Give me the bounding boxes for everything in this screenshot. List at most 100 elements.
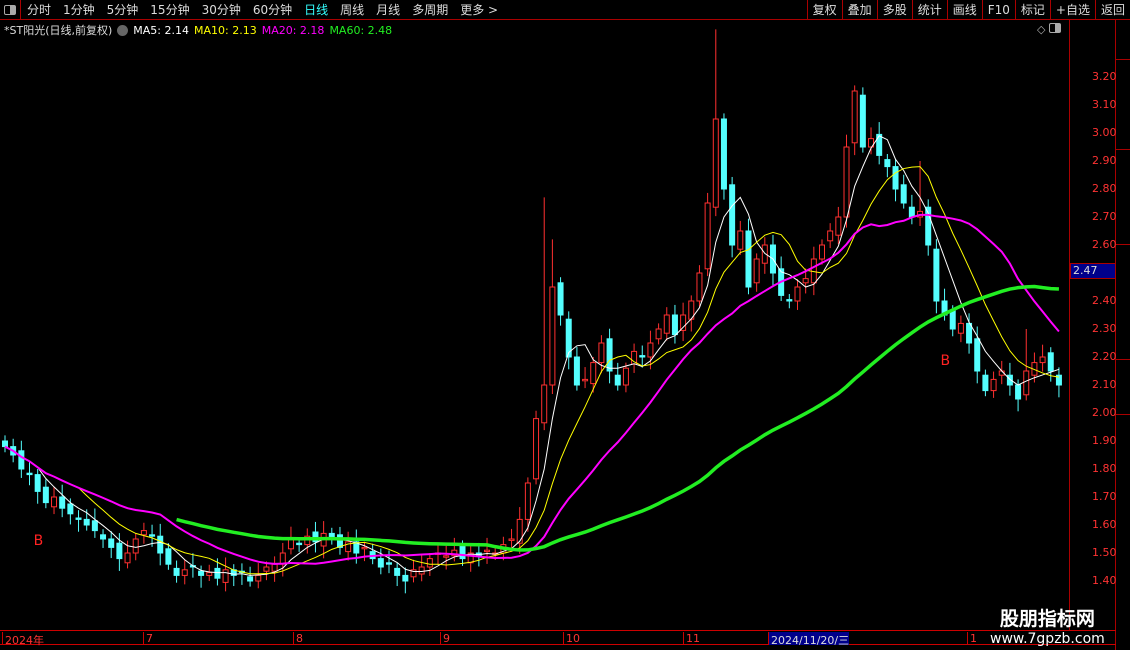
candle-up bbox=[524, 482, 531, 520]
candle-up bbox=[263, 566, 270, 572]
candle-down bbox=[671, 314, 678, 336]
ma20-line bbox=[4, 213, 1060, 565]
side-strip-4[interactable] bbox=[1116, 245, 1130, 360]
candle-down bbox=[157, 535, 164, 554]
candle-up bbox=[990, 378, 997, 392]
price-label: 1.60 bbox=[1092, 518, 1117, 531]
period-tab-6[interactable]: 日线 bbox=[298, 1, 334, 18]
tool-button-8[interactable]: 返回 bbox=[1094, 0, 1130, 20]
candle-down bbox=[385, 562, 392, 565]
current-price-tag: 2.47 bbox=[1070, 263, 1116, 279]
candle-up bbox=[516, 518, 523, 544]
candle-up bbox=[255, 574, 262, 582]
candle-up bbox=[140, 530, 147, 536]
tool-button-2[interactable]: 多股 bbox=[876, 0, 912, 20]
tool-button-4[interactable]: 画线 bbox=[946, 0, 982, 20]
candle-down bbox=[75, 517, 82, 520]
buy-marker: B bbox=[34, 533, 44, 549]
period-tab-3[interactable]: 15分钟 bbox=[144, 1, 195, 18]
candle-down bbox=[116, 542, 123, 560]
candle-up bbox=[549, 286, 556, 386]
candle-up bbox=[590, 362, 597, 385]
candle-up bbox=[655, 328, 662, 340]
date-label: 7 bbox=[143, 632, 153, 645]
candle-down bbox=[394, 567, 401, 576]
price-label: 3.00 bbox=[1092, 126, 1117, 139]
candle-down bbox=[639, 355, 646, 358]
candle-down bbox=[247, 576, 254, 582]
price-label: 1.80 bbox=[1092, 462, 1117, 475]
candle-up bbox=[222, 569, 229, 583]
side-strip-1[interactable] bbox=[1116, 20, 1130, 60]
candle-down bbox=[573, 356, 580, 386]
period-tab-7[interactable]: 周线 bbox=[334, 1, 370, 18]
candle-down bbox=[91, 520, 98, 532]
period-tab-5[interactable]: 60分钟 bbox=[247, 1, 298, 18]
ma60-line bbox=[176, 284, 1060, 552]
price-label: 2.30 bbox=[1092, 322, 1117, 335]
price-label: 2.80 bbox=[1092, 182, 1117, 195]
candle-down bbox=[59, 496, 66, 509]
side-strip-2[interactable] bbox=[1116, 60, 1130, 150]
candle-up bbox=[541, 384, 548, 424]
candle-down bbox=[900, 184, 907, 204]
candle-up bbox=[443, 555, 450, 558]
candle-down bbox=[149, 534, 156, 537]
candle-up bbox=[753, 258, 760, 284]
period-tab-9[interactable]: 多周期 bbox=[406, 1, 454, 18]
tool-button-6[interactable]: 标记 bbox=[1014, 0, 1050, 20]
period-tab-0[interactable]: 分时 bbox=[21, 1, 57, 18]
period-tab-8[interactable]: 月线 bbox=[370, 1, 406, 18]
candle-up bbox=[598, 342, 605, 364]
candle-down bbox=[214, 567, 221, 579]
candle-down bbox=[974, 338, 981, 372]
candle-up bbox=[819, 244, 825, 260]
candle-up bbox=[957, 322, 964, 334]
candlestick-chart[interactable]: BB bbox=[0, 20, 1069, 630]
candle-up bbox=[508, 538, 515, 541]
candle-down bbox=[42, 486, 49, 504]
buy-marker: B bbox=[941, 353, 951, 369]
candle-down bbox=[908, 206, 915, 218]
date-label: 2024/11/20/三 bbox=[768, 632, 850, 647]
candle-down bbox=[884, 159, 891, 168]
candle-down bbox=[165, 548, 172, 565]
tool-button-5[interactable]: F10 bbox=[981, 0, 1015, 20]
candle-up bbox=[843, 146, 850, 218]
candle-down bbox=[198, 570, 205, 576]
candle-down bbox=[26, 472, 33, 476]
date-label: 10 bbox=[563, 632, 580, 645]
candle-down bbox=[729, 184, 736, 246]
period-tab-1[interactable]: 1分钟 bbox=[57, 1, 101, 18]
date-label: 8 bbox=[293, 632, 303, 645]
candle-up bbox=[345, 541, 352, 553]
candle-up bbox=[124, 552, 131, 564]
candle-up bbox=[51, 496, 58, 508]
period-tab-2[interactable]: 5分钟 bbox=[101, 1, 145, 18]
tool-button-0[interactable]: 复权 bbox=[806, 0, 842, 20]
tool-button-3[interactable]: 统计 bbox=[911, 0, 947, 20]
candle-up bbox=[181, 569, 188, 576]
date-axis: 2024年 7 8 9 10 11 2024/11/20/三 1 bbox=[0, 630, 1116, 647]
side-strip-3[interactable] bbox=[1116, 150, 1130, 245]
candle-up bbox=[663, 314, 670, 334]
side-strip-5[interactable] bbox=[1116, 360, 1130, 415]
tool-button-1[interactable]: 叠加 bbox=[841, 0, 877, 20]
candle-down bbox=[402, 574, 409, 582]
candle-up bbox=[582, 378, 589, 382]
candle-down bbox=[859, 94, 866, 148]
price-label: 3.10 bbox=[1092, 98, 1117, 111]
candle-up bbox=[827, 230, 834, 242]
candle-up bbox=[287, 538, 294, 550]
layout-toggle-button[interactable] bbox=[0, 0, 21, 20]
watermark-name: 股朋指标网 bbox=[999, 608, 1095, 630]
tool-button-7[interactable]: +自选 bbox=[1049, 0, 1095, 20]
period-tab-10[interactable]: 更多 > bbox=[454, 1, 504, 18]
period-tab-4[interactable]: 30分钟 bbox=[196, 1, 247, 18]
candle-down bbox=[892, 166, 899, 190]
price-label: 1.50 bbox=[1092, 546, 1117, 559]
candle-down bbox=[557, 282, 564, 316]
candle-down bbox=[377, 558, 384, 568]
price-label: 1.90 bbox=[1092, 434, 1117, 447]
price-label: 3.20 bbox=[1092, 70, 1117, 83]
